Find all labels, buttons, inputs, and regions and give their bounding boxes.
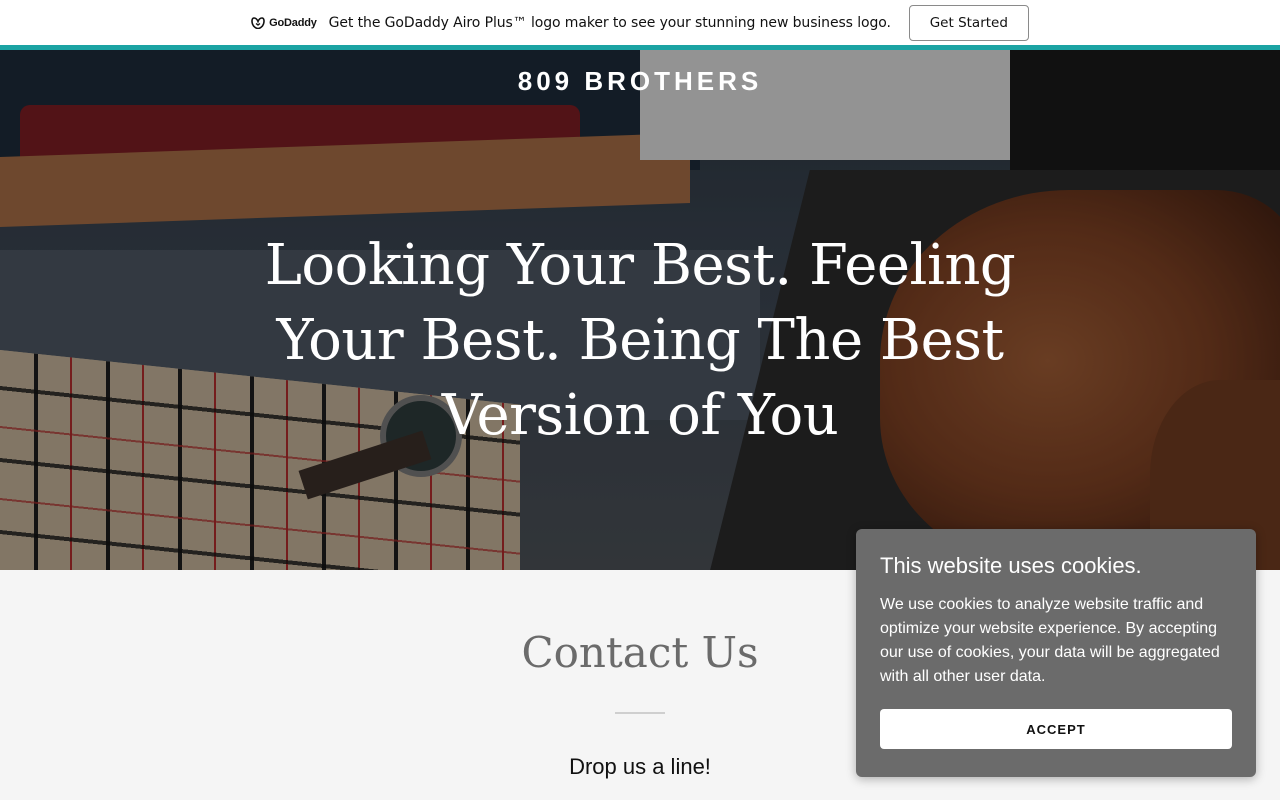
site-brand-title[interactable]: 809 BROTHERS — [0, 66, 1280, 97]
cookie-accept-button[interactable]: ACCEPT — [880, 709, 1232, 749]
godaddy-logo[interactable]: GoDaddy — [251, 16, 317, 29]
cookie-body: We use cookies to analyze website traffi… — [880, 596, 1220, 685]
godaddy-logo-text: GoDaddy — [269, 16, 317, 29]
hero-section: 809 BROTHERS Looking Your Best. Feeling … — [0, 50, 1280, 570]
contact-divider — [615, 712, 665, 714]
hero-headline: Looking Your Best. Feeling Your Best. Be… — [264, 233, 1016, 448]
cookie-banner: This website uses cookies. We use cookie… — [856, 529, 1256, 777]
cookie-title: This website uses cookies. — [880, 553, 1142, 578]
godaddy-icon — [251, 17, 265, 29]
promo-bar: GoDaddy Get the GoDaddy Airo Plus™ logo … — [0, 0, 1280, 45]
promo-message: Get the GoDaddy Airo Plus™ logo maker to… — [328, 14, 891, 31]
get-started-button[interactable]: Get Started — [908, 4, 1029, 41]
